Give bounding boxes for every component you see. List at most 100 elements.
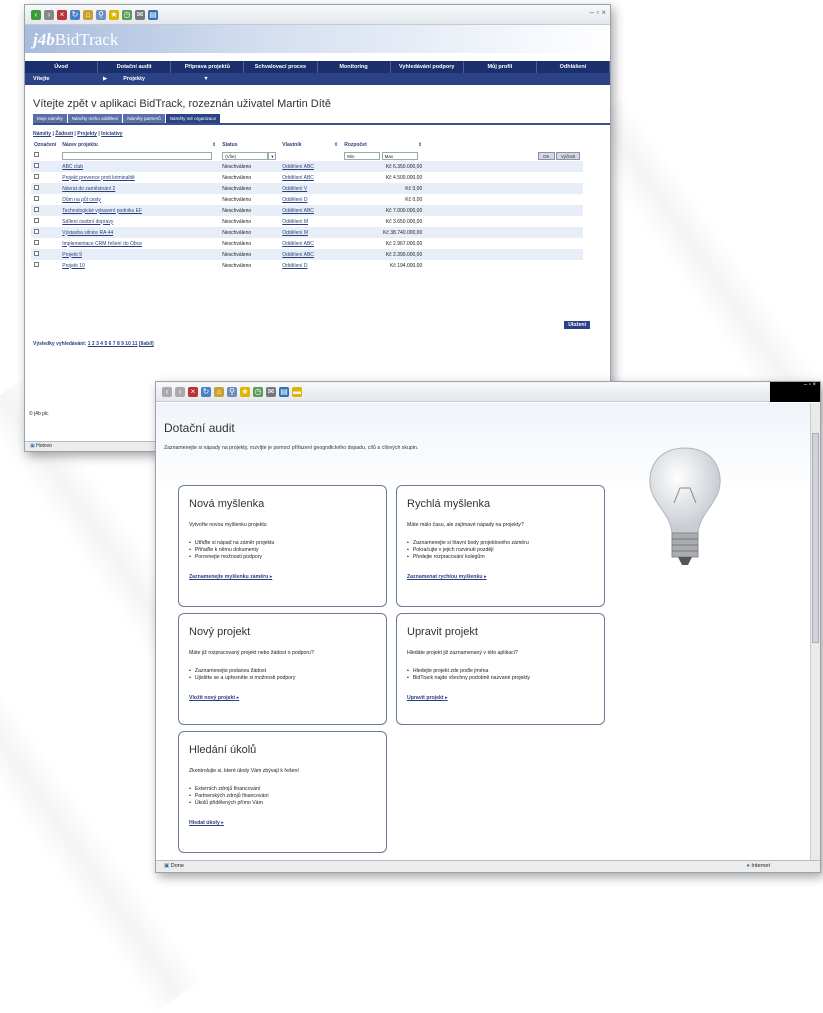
mail-icon[interactable]: ✉ [266, 386, 276, 397]
owner-link[interactable]: Oddělení ABC [279, 205, 342, 216]
row-checkbox[interactable] [34, 251, 39, 256]
print-icon[interactable]: ▤ [279, 386, 289, 397]
owner-link[interactable]: Oddělení D [279, 260, 341, 271]
all-pages-link[interactable]: [Ilabíl] [139, 341, 154, 347]
row-checkbox[interactable] [34, 229, 39, 234]
subnav-vitejte[interactable]: Vítejte [25, 73, 95, 85]
row-checkbox[interactable] [34, 196, 39, 201]
clear-button[interactable]: Vyčistit [555, 151, 580, 160]
history-icon[interactable]: ◷ [122, 9, 132, 20]
owner-link[interactable]: Oddělení V [279, 183, 342, 194]
search-icon[interactable]: ⚲ [96, 9, 106, 20]
save-button[interactable]: Uloženi [564, 321, 590, 329]
vertical-scrollbar[interactable] [810, 403, 820, 860]
link-zadosti[interactable]: Žádosti [55, 131, 73, 137]
search-icon[interactable]: ⚲ [227, 386, 237, 397]
tab-moje[interactable]: Moje náměty [33, 114, 67, 123]
sort-icon[interactable]: ⇕ [334, 142, 338, 148]
owner-link[interactable]: Oddělení ABC [279, 249, 342, 260]
row-checkbox[interactable] [34, 262, 39, 267]
link-iniciativy[interactable]: Iniciativy [101, 131, 122, 137]
owner-link[interactable]: Oddělení ABC [279, 238, 341, 249]
nav-profil[interactable]: Můj profil [464, 61, 537, 73]
owner-link[interactable]: Oddělení D [279, 194, 341, 205]
project-link[interactable]: Návrat do zaměstnání 2 [59, 183, 220, 194]
vlozit-projekt-link[interactable]: Vložit nový projekt ▸ [189, 695, 239, 701]
col-status[interactable]: Status [219, 139, 279, 150]
col-vlastnik[interactable]: Vlastník ⇕ [279, 139, 341, 150]
nav-priprava[interactable]: Příprava projektů [171, 61, 245, 73]
window-controls-icon[interactable]: – ▫ × [590, 8, 606, 17]
chevron-down-icon[interactable]: ▼ [195, 73, 216, 85]
status-select[interactable]: (Vše) [222, 151, 269, 160]
project-link[interactable]: Sdílení osobní dopravy [59, 216, 219, 227]
col-nazev[interactable]: Název projektu ⇕ [59, 139, 219, 150]
nav-monitoring[interactable]: Monitoring [318, 61, 391, 73]
project-link[interactable]: Projekt 10 [59, 260, 219, 271]
tab-organizace[interactable]: Náměty mé organizace [165, 114, 221, 123]
upravit-projekt-link[interactable]: Upravit projekt ▸ [407, 695, 448, 701]
chevron-down-icon[interactable]: ▾ [268, 151, 277, 160]
row-checkbox[interactable] [34, 207, 39, 212]
project-link[interactable]: Projekt prevence proti kriminalitě [59, 172, 219, 183]
sort-icon[interactable]: ⇕ [212, 142, 216, 148]
nav-odhlaseni[interactable]: Odhlášení [537, 61, 610, 73]
nav-uvod[interactable]: Úvod [25, 61, 99, 73]
nav-vyhledavani[interactable]: Vyhledávání podpory [391, 61, 464, 73]
budget-max-input[interactable]: Max [381, 151, 418, 160]
nav-dotacni-audit[interactable]: Dotační audit [98, 61, 172, 73]
owner-link[interactable]: Oddělení M [279, 227, 342, 238]
stop-icon[interactable]: × [57, 9, 67, 20]
scrollbar-thumb[interactable] [812, 433, 819, 643]
tab-partneru[interactable]: Náměty partnerů [123, 114, 165, 123]
print-icon[interactable]: ▤ [148, 9, 158, 20]
zaznamenat-rychlou-link[interactable]: Zaznamenat rychlou myšlenku ▸ [407, 574, 487, 580]
subnav-projekty[interactable]: Projekty [115, 73, 195, 85]
nav-schvalovaci[interactable]: Schvalovací proces [244, 61, 318, 73]
forward-icon[interactable]: › [44, 9, 54, 20]
budget-min-input[interactable]: Min [344, 151, 381, 160]
row-checkbox[interactable] [34, 240, 39, 245]
row-checkbox[interactable] [34, 185, 39, 190]
project-link[interactable]: Výstavba silnice RA 44 [59, 227, 220, 238]
row-checkbox[interactable] [34, 218, 39, 223]
refresh-icon[interactable]: ↻ [201, 386, 211, 397]
link-projekty[interactable]: Projekty [77, 131, 97, 137]
link-namety[interactable]: Náměty [33, 131, 51, 137]
home-icon[interactable]: ⌂ [83, 9, 93, 20]
name-filter-input[interactable] [62, 151, 213, 160]
forward-icon[interactable]: › [175, 386, 185, 397]
window-controls-icon[interactable]: – ▫ × [770, 382, 820, 402]
project-link[interactable]: Implementace CRM řešení do Obce [59, 238, 219, 249]
folder-icon[interactable]: ▬ [292, 386, 302, 397]
favorites-icon[interactable]: ★ [109, 9, 119, 20]
project-link[interactable]: Projekt 9 [59, 249, 220, 260]
page-links[interactable]: 1 2 3 4 5 6 7 8 9 10 11 [88, 341, 138, 347]
refresh-icon[interactable]: ↻ [70, 9, 80, 20]
hledat-ukoly-link[interactable]: Hledat úkoly ▸ [189, 820, 224, 826]
project-link[interactable]: Dům na půl cesty [59, 194, 219, 205]
stop-icon[interactable]: × [188, 386, 198, 397]
row-checkbox[interactable] [34, 163, 39, 168]
mail-icon[interactable]: ✉ [135, 9, 145, 20]
tab-oddeleni[interactable]: Náměty mého oddělení [67, 114, 123, 123]
status-bar: ▣ Done ● Internet [156, 860, 820, 872]
owner-link[interactable]: Oddělení ABC [279, 161, 342, 172]
project-link[interactable]: ABC club [59, 161, 220, 172]
home-icon[interactable]: ⌂ [214, 386, 224, 397]
favorites-icon[interactable]: ★ [240, 386, 250, 397]
table-row: Dům na půl cesty Neschváleno Oddělení D Kč … [31, 194, 583, 205]
ok-button[interactable]: OK [538, 151, 555, 160]
owner-link[interactable]: Oddělení M [279, 216, 341, 227]
project-link[interactable]: Technologické vybavení podniku EF [59, 205, 220, 216]
sort-icon[interactable]: ⇕ [418, 142, 422, 148]
owner-link[interactable]: Oddělení ABC [279, 172, 341, 183]
status-cell: Neschváleno [222, 218, 252, 225]
row-checkbox[interactable] [34, 174, 39, 179]
back-icon[interactable]: ‹ [162, 386, 172, 397]
zaznamenejte-myslenku-link[interactable]: Zaznamenejte myšlenku záměru ▸ [189, 574, 272, 580]
select-all-checkbox[interactable] [34, 152, 39, 157]
back-icon[interactable]: ‹ [31, 9, 41, 20]
history-icon[interactable]: ◷ [253, 386, 263, 397]
col-rozpocet[interactable]: Rozpočet ⇕ [341, 139, 425, 150]
